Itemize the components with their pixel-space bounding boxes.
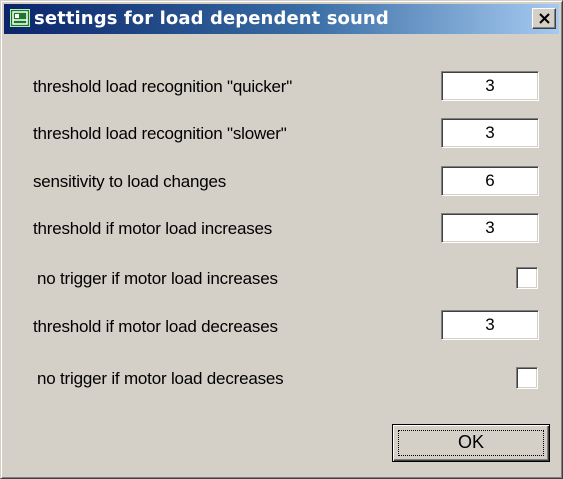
label-no-trigger-increase: no trigger if motor load increases xyxy=(37,269,278,288)
no-trigger-increase-checkbox[interactable] xyxy=(516,267,538,289)
label-threshold-slower: threshold load recognition "slower" xyxy=(33,124,287,143)
label-no-trigger-decrease: no trigger if motor load decreases xyxy=(37,369,284,388)
title-bar[interactable]: settings for load dependent sound xyxy=(4,4,559,34)
close-icon xyxy=(539,13,550,24)
threshold-decrease-field[interactable]: 3 xyxy=(441,310,539,340)
no-trigger-decrease-checkbox[interactable] xyxy=(516,367,538,389)
window-title: settings for load dependent sound xyxy=(34,8,389,29)
label-threshold-increase: threshold if motor load increases xyxy=(33,219,273,238)
threshold-slower-field[interactable]: 3 xyxy=(441,118,539,148)
ok-button[interactable]: OK xyxy=(392,424,550,462)
label-sensitivity: sensitivity to load changes xyxy=(33,172,227,191)
close-button[interactable] xyxy=(532,8,556,29)
threshold-quicker-field[interactable]: 3 xyxy=(441,71,539,101)
app-window-icon xyxy=(10,9,30,27)
ok-button-label: OK xyxy=(457,432,484,452)
settings-dialog: settings for load dependent sound thresh… xyxy=(0,0,563,479)
label-threshold-quicker: threshold load recognition "quicker" xyxy=(33,77,293,96)
sensitivity-field[interactable]: 6 xyxy=(441,166,539,196)
threshold-increase-field[interactable]: 3 xyxy=(441,213,539,243)
label-threshold-decrease: threshold if motor load decreases xyxy=(33,317,278,336)
